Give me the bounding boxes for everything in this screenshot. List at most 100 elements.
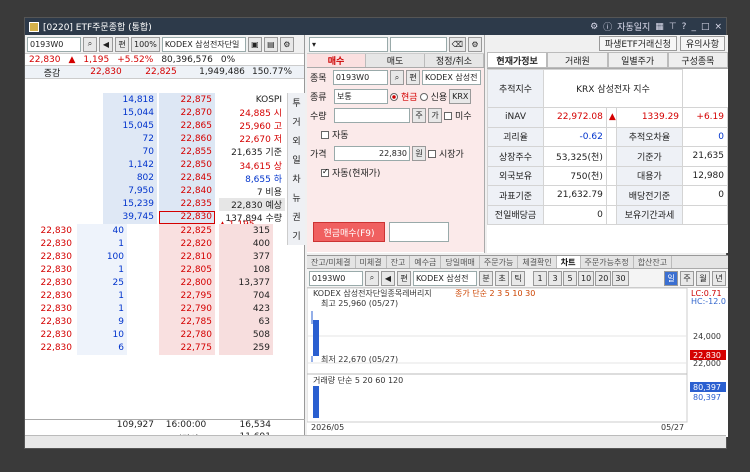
vertical-tab[interactable]: 거 — [288, 112, 305, 131]
range-month[interactable]: 월 — [696, 270, 710, 286]
ask-price[interactable]: 22,835 — [159, 197, 215, 211]
krx-button[interactable]: KRX — [449, 89, 472, 104]
ask-price[interactable]: 22,850 — [159, 158, 215, 172]
chart-tab[interactable]: 잔고/미체결 — [307, 256, 356, 268]
close-button[interactable]: × — [714, 22, 722, 32]
tab-modify[interactable]: 정정/취소 — [425, 54, 484, 67]
tab-current-price[interactable]: 현재가정보 — [487, 52, 548, 68]
interval-button[interactable]: 30 — [612, 270, 629, 286]
range-week[interactable]: 주 — [680, 270, 694, 286]
ask-price[interactable]: 22,830 — [159, 210, 215, 224]
range-year[interactable]: 년 — [712, 270, 726, 286]
order-type-select[interactable]: 보통 — [334, 89, 388, 104]
ask-price[interactable]: 22,855 — [159, 145, 215, 159]
chart-tab[interactable]: 주문가능 — [480, 256, 519, 268]
order-search-icon[interactable]: ⌕ — [390, 70, 405, 85]
tab-buy[interactable]: 매수 — [307, 54, 366, 67]
misu-checkbox[interactable] — [444, 111, 452, 120]
won-button[interactable]: 원 — [412, 146, 426, 161]
vertical-tab[interactable]: 외 — [288, 131, 305, 150]
help-icon[interactable]: ⓘ — [603, 20, 612, 33]
auto-checkbox[interactable] — [321, 130, 329, 139]
cash-radio[interactable] — [390, 92, 398, 101]
gear-icon[interactable]: ⚙ — [279, 36, 294, 52]
bid-price[interactable]: 22,805 — [159, 263, 215, 277]
period-second[interactable]: 초 — [495, 270, 509, 286]
bid-price[interactable]: 22,780 — [159, 328, 215, 342]
notice-button[interactable]: 유의사항 — [679, 36, 725, 51]
range-day[interactable]: 일 — [664, 270, 678, 286]
bid-price[interactable]: 22,810 — [159, 250, 215, 264]
code-input[interactable]: 0193W0 — [27, 36, 81, 52]
ask-price[interactable]: 22,870 — [159, 106, 215, 120]
bid-price[interactable]: 22,795 — [159, 289, 215, 303]
chart-tab[interactable]: 잔고 — [387, 256, 411, 268]
chart-tab[interactable]: 주문가능추정 — [581, 256, 634, 268]
account-select[interactable]: ▾ — [309, 36, 388, 52]
layout-icon[interactable]: ▦ — [655, 22, 664, 32]
chart-tab[interactable]: 당일매매 — [441, 256, 480, 268]
cash-buy-button[interactable]: 현금매수(F9) — [313, 222, 385, 242]
tab-broker[interactable]: 거래원 — [547, 52, 608, 68]
market-checkbox[interactable] — [428, 149, 436, 158]
interval-button[interactable]: 1 — [533, 270, 547, 286]
derivative-etf-button[interactable]: 파생ETF거래신청 — [598, 36, 677, 51]
chart-jump-button[interactable]: 편 — [397, 270, 411, 286]
bid-price[interactable]: 22,820 — [159, 237, 215, 251]
bid-price[interactable]: 22,775 — [159, 341, 215, 355]
bid-price[interactable]: 22,790 — [159, 302, 215, 316]
period-minute[interactable]: 분 — [479, 270, 493, 286]
ask-price[interactable]: 22,865 — [159, 119, 215, 133]
interval-button[interactable]: 3 — [548, 270, 562, 286]
chart-tab[interactable]: 차트 — [556, 256, 581, 268]
order-code-input[interactable]: 0193W0 — [332, 70, 389, 85]
buy-amount-input[interactable] — [389, 222, 449, 242]
pin-icon[interactable]: ⊤ — [669, 22, 677, 32]
interval-button[interactable]: 5 — [563, 270, 577, 286]
ask-price[interactable]: 22,845 — [159, 171, 215, 185]
minimize-button[interactable]: _ — [691, 22, 696, 32]
search-icon[interactable]: ⌕ — [83, 36, 97, 52]
speaker-icon[interactable]: ◀ — [99, 36, 113, 52]
bid-price[interactable]: 22,785 — [159, 315, 215, 329]
chart-tab[interactable]: 체결확인 — [518, 256, 557, 268]
eraser-icon[interactable]: ⌫ — [448, 36, 466, 52]
qty-ga-button[interactable]: 가 — [428, 108, 442, 123]
tab-daily-price[interactable]: 일별주가 — [607, 52, 668, 68]
tab-sell[interactable]: 매도 — [366, 54, 425, 67]
auto-log-button[interactable]: 자동일지 — [617, 20, 650, 33]
vertical-tab[interactable]: 뉴 — [288, 188, 305, 207]
layout1-icon[interactable]: ▣ — [247, 36, 262, 52]
period-tick[interactable]: 틱 — [511, 270, 525, 286]
zoom-button[interactable]: 100% — [131, 36, 160, 52]
price-input[interactable]: 22,830 — [334, 146, 410, 161]
interval-button[interactable]: 20 — [595, 270, 612, 286]
order-jump-button[interactable]: 편 — [406, 70, 421, 85]
vertical-tab[interactable]: 권 — [288, 207, 305, 226]
order-gear-icon[interactable]: ⚙ — [468, 36, 482, 52]
interval-button[interactable]: 10 — [578, 270, 595, 286]
ask-price[interactable]: 22,875 — [159, 93, 215, 107]
help-button[interactable]: ? — [682, 22, 687, 32]
vertical-tab[interactable]: 일 — [288, 150, 305, 169]
layout2-icon[interactable]: ▤ — [263, 36, 278, 52]
settings-icon[interactable]: ⚙ — [590, 22, 598, 32]
bid-price[interactable]: 22,825 — [159, 224, 215, 238]
vertical-tab[interactable]: 투 — [288, 93, 305, 112]
credit-radio[interactable] — [419, 92, 428, 101]
vertical-tab[interactable]: 차 — [288, 169, 305, 188]
qty-unit-button[interactable]: 주 — [412, 108, 426, 123]
password-input[interactable] — [389, 36, 447, 52]
chart-plot[interactable]: KODEX 삼성전자단일종목레버리지 종가 단순 2 3 5 10 30 최고 … — [306, 287, 728, 436]
ask-price[interactable]: 22,860 — [159, 132, 215, 146]
bid-price[interactable]: 22,800 — [159, 276, 215, 290]
chart-tab[interactable]: 예수금 — [410, 256, 442, 268]
chart-search-icon[interactable]: ⌕ — [365, 270, 379, 286]
chart-tab[interactable]: 합산잔고 — [634, 256, 673, 268]
qty-input[interactable] — [334, 108, 410, 123]
chart-speaker-icon[interactable]: ◀ — [381, 270, 395, 286]
chart-tab[interactable]: 미체결 — [356, 256, 387, 268]
tab-components[interactable]: 구성종목 — [667, 52, 728, 68]
auto-current-checkbox[interactable] — [321, 167, 329, 177]
vertical-tab[interactable]: 기 — [288, 226, 305, 245]
